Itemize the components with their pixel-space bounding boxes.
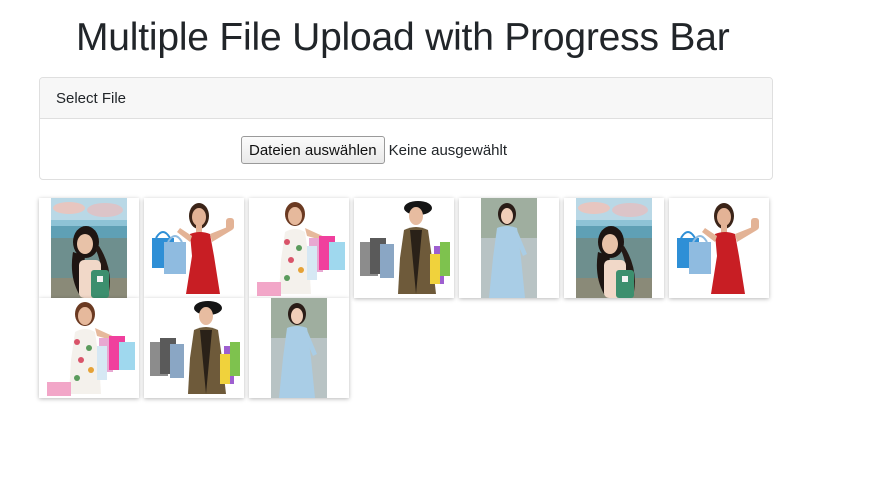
woman-floral-dress-shopping-bags-photo [39,298,139,398]
woman-hat-shopping-bags-photo [144,298,244,398]
upload-card: Select File Dateien auswählen Keine ausg… [39,77,773,180]
thumbnail-image [39,298,139,398]
card-body: Dateien auswählen Keine ausgewählt [40,119,772,179]
thumbnail-image [354,198,454,298]
file-status-text: Keine ausgewählt [388,141,508,159]
thumbnail-image [39,198,139,298]
thumbnail-image [249,198,349,298]
page-title: Multiple File Upload with Progress Bar [76,16,730,59]
woman-red-dress-shopping-bags-photo [669,198,769,298]
woman-blue-dress-photo [459,198,559,298]
file-input[interactable]: Dateien auswählen Keine ausgewählt [241,136,507,164]
thumbnail-image [144,298,244,398]
thumbnail-image [564,198,664,298]
woman-blue-dress-photo [249,298,349,398]
woman-beach-photo [564,198,664,298]
woman-hat-shopping-bags-photo [354,198,454,298]
thumbnail-image [144,198,244,298]
woman-floral-dress-shopping-bags-photo [249,198,349,298]
choose-files-button[interactable]: Dateien auswählen [241,136,385,164]
woman-red-dress-shopping-bags-photo [144,198,244,298]
thumbnail-image [459,198,559,298]
thumbnail-image [249,298,349,398]
thumbnail-image [669,198,769,298]
card-header: Select File [40,78,772,119]
woman-beach-photo [39,198,139,298]
